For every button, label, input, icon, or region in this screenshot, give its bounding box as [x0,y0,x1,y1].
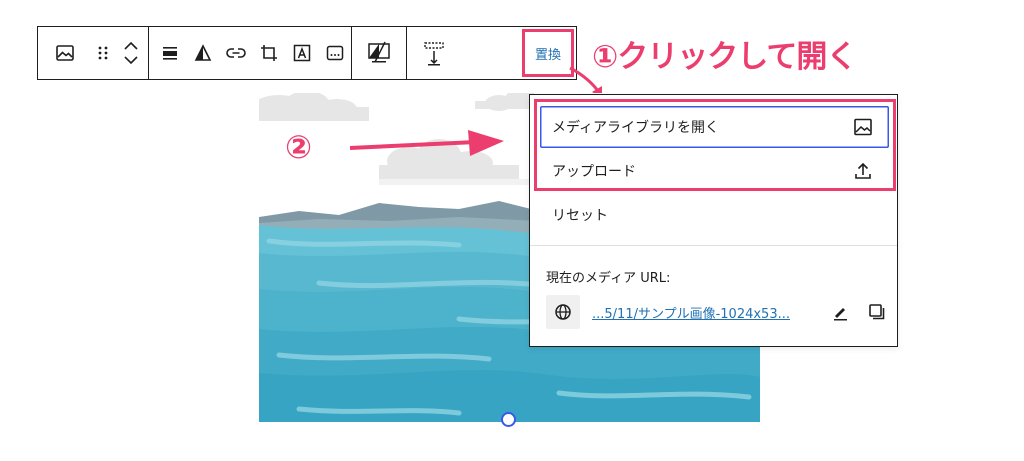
move-down-icon[interactable] [124,56,138,65]
block-toolbar: 置換 [37,26,577,80]
alt-text-icon[interactable] [358,27,400,79]
step2-annotation: ② [285,128,313,166]
resize-height-icon[interactable] [413,27,455,79]
globe-icon [546,295,580,329]
resize-handle[interactable] [501,412,516,427]
url-actions [832,295,886,329]
reset-item[interactable]: リセット [540,194,889,236]
block-movers [114,27,148,79]
copy-icon[interactable] [868,303,886,321]
replace-dropdown-menu: メディアライブラリを開く アップロード リセット 現在のメディア URL: ..… [529,94,898,347]
move-up-icon[interactable] [124,41,138,50]
align-icon[interactable] [153,27,186,79]
media-url-row: ...5/11/サンプル画像-1024x53... [546,295,886,329]
current-media-url-label: 現在のメディア URL: [546,271,671,286]
text-overlay-icon[interactable] [285,27,318,79]
step2-arrow [349,130,504,156]
toolbar-group-tools [149,27,352,79]
reset-label: リセット [552,208,608,224]
crop-icon[interactable] [252,27,285,79]
duotone-icon[interactable] [186,27,219,79]
upload-icon [855,162,871,179]
upload-label: アップロード [552,164,636,180]
open-media-library-label: メディアライブラリを開く [552,120,720,136]
upload-item[interactable]: アップロード [540,150,889,192]
more-options-icon[interactable] [318,27,351,79]
drag-handle-icon[interactable] [92,27,114,79]
toolbar-group-size [407,27,461,79]
media-library-icon [854,118,872,136]
step1-annotation: ①クリックして開く [592,38,857,75]
link-icon[interactable] [219,27,252,79]
menu-divider [530,245,897,246]
media-url-link[interactable]: ...5/11/サンプル画像-1024x53... [592,303,790,322]
replace-button-label: 置換 [534,47,561,63]
toolbar-group-alt [352,27,407,79]
open-media-library-item[interactable]: メディアライブラリを開く [540,106,889,148]
image-icon[interactable] [38,27,92,79]
toolbar-group-block [38,27,149,79]
edit-pencil-icon[interactable] [832,303,850,321]
